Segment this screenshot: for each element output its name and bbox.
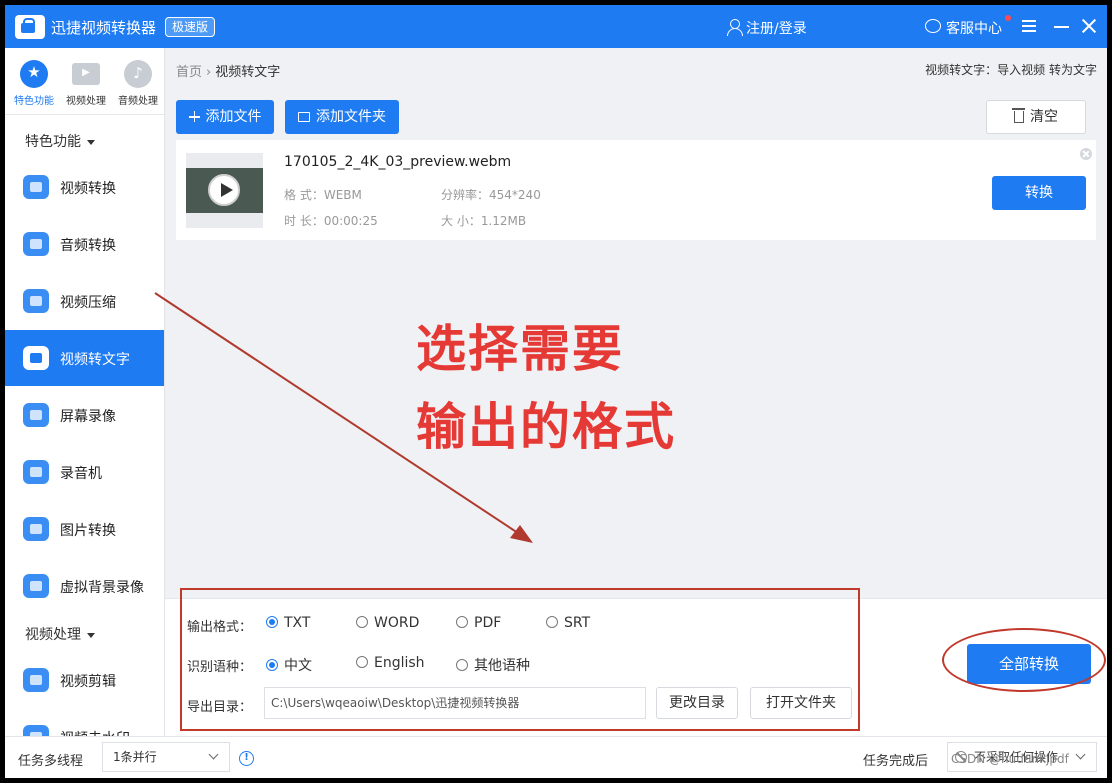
arrow-line: [154, 292, 528, 540]
highlight-ellipse: [942, 628, 1106, 692]
chevron-down-icon: [1075, 749, 1086, 760]
status-footer: 任务多线程 1条并行 ! 任务完成后 不采取任何操作: [5, 736, 1107, 778]
info-icon[interactable]: !: [239, 751, 254, 766]
multithread-select[interactable]: 1条并行: [102, 742, 230, 772]
multithread-label: 任务多线程: [18, 754, 84, 769]
watermark: CSDN @hudunkjpdf: [951, 752, 1069, 766]
multithread-value: 1条并行: [113, 750, 157, 764]
app-window: 迅捷视频转换器 极速版 注册/登录 客服中心 特色功能 视频处理 音频处理: [5, 5, 1107, 778]
chevron-down-icon: [208, 749, 219, 760]
after-complete-label: 任务完成后: [863, 754, 929, 769]
highlight-box: [180, 588, 860, 731]
arrow-head: [510, 525, 533, 543]
